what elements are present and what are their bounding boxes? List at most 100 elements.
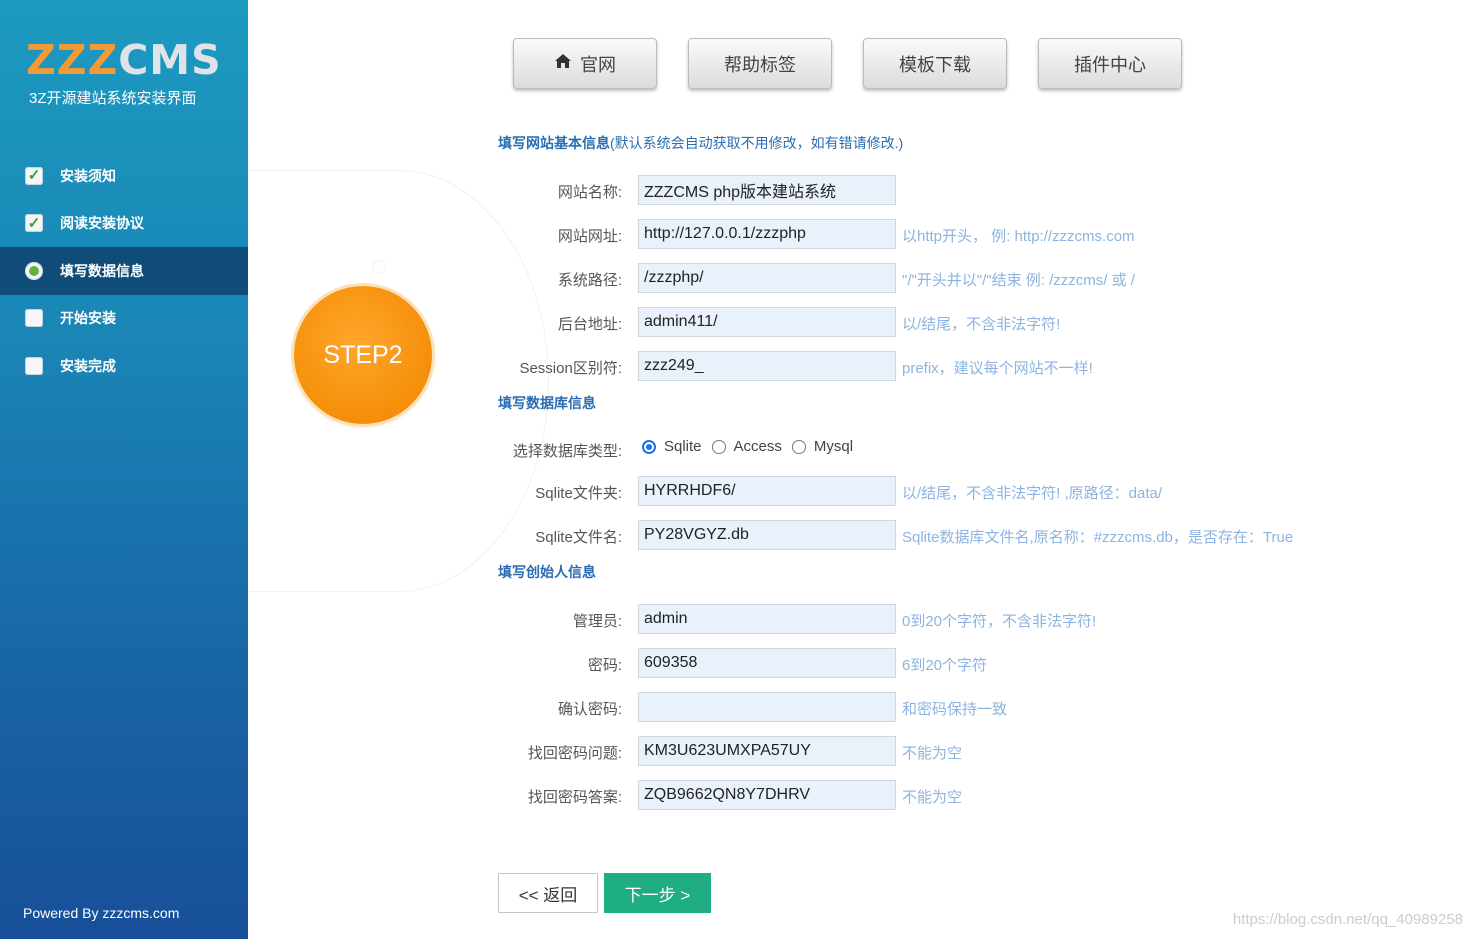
section-founder-info: 填写创始人信息 — [498, 564, 596, 580]
field-hint: Sqlite数据库文件名,原名称：#zzzcms.db，是否存在：True — [902, 529, 1294, 546]
checkbox-checked-icon: ✓ — [25, 214, 43, 233]
step-item-agreement: ✓ 阅读安装协议 — [0, 200, 248, 248]
field-label: 确认密码: — [557, 701, 622, 718]
help-tags-button[interactable]: 帮助标签 — [688, 38, 832, 89]
field-row-security-answer: 找回密码答案: 不能为空 — [480, 780, 1470, 810]
field-row-password: 密码: 6到20个字符 — [480, 648, 1470, 678]
confirm-password-input[interactable] — [638, 692, 896, 722]
step-label: 开始安装 — [60, 310, 116, 327]
session-prefix-input[interactable] — [638, 351, 896, 381]
plugin-center-button[interactable]: 插件中心 — [1038, 38, 1182, 89]
field-row-admin-user: 管理员: 0到20个字符，不含非法字符! — [480, 604, 1470, 634]
step-item-notice: ✓ 安装须知 — [0, 152, 248, 200]
watermark: https://blog.csdn.net/qq_40989258 — [1232, 911, 1463, 928]
field-label: 后台地址: — [557, 316, 622, 333]
field-label: 选择数据库类型: — [512, 443, 622, 460]
field-hint: 以/结尾，不含非法字符! ,原路径：data/ — [902, 485, 1163, 502]
checkbox-checked-icon: ✓ — [25, 166, 43, 185]
section-title: 填写网站基本信息 — [498, 135, 610, 151]
field-label: 网站网址: — [557, 228, 622, 245]
template-download-label: 模板下载 — [899, 54, 971, 75]
step-item-complete: 安装完成 — [0, 342, 248, 390]
field-hint: "/"开头并以"/"结束 例: /zzzcms/ 或 / — [902, 272, 1135, 289]
checkbox-empty-icon — [25, 356, 43, 375]
radio-selected-icon — [642, 439, 656, 454]
field-hint: 0到20个字符，不含非法字符! — [902, 613, 1097, 630]
field-row-sqlite-folder: Sqlite文件夹: 以/结尾，不含非法字符! ,原路径：data/ — [480, 476, 1470, 506]
field-label: 找回密码问题: — [527, 745, 622, 762]
logo: ZZZCMS — [26, 38, 222, 82]
db-type-radio-group: Sqlite Access Mysql — [642, 438, 863, 455]
field-label: Session区别符: — [519, 360, 622, 377]
next-step-button[interactable]: 下一步 > — [604, 873, 711, 913]
field-hint: 和密码保持一致 — [902, 701, 1008, 718]
field-label: 系统路径: — [557, 272, 622, 289]
field-label: 网站名称: — [557, 184, 622, 201]
radio-label: Mysql — [813, 438, 854, 455]
sqlite-filename-input[interactable] — [638, 520, 896, 550]
field-hint: 不能为空 — [902, 789, 963, 806]
field-label: 找回密码答案: — [527, 789, 622, 806]
radio-sqlite[interactable]: Sqlite — [642, 438, 702, 455]
template-download-button[interactable]: 模板下载 — [863, 38, 1007, 89]
step-item-data-info: 填写数据信息 — [0, 247, 248, 295]
section-note: (默认系统会自动获取不用修改，如有错请修改.) — [610, 135, 904, 151]
field-row-session-prefix: Session区别符: prefix，建议每个网站不一样! — [480, 351, 1470, 381]
password-input[interactable] — [638, 648, 896, 678]
step-label: 安装完成 — [60, 357, 116, 374]
field-row-db-type: 选择数据库类型: Sqlite Access Mysql — [480, 434, 1470, 464]
step-label: 阅读安装协议 — [60, 215, 144, 232]
checkbox-empty-icon — [25, 309, 43, 328]
field-hint: prefix，建议每个网站不一样! — [902, 360, 1093, 377]
radio-unselected-icon — [711, 439, 726, 454]
field-label: Sqlite文件名: — [535, 529, 622, 546]
logo-zzz: ZZZ — [26, 36, 119, 84]
field-label: 管理员: — [572, 613, 622, 630]
powered-by: Powered By zzzcms.com — [23, 905, 180, 921]
security-answer-input[interactable] — [638, 780, 896, 810]
field-hint: 以http开头， 例: http://zzzcms.com — [902, 228, 1135, 245]
field-row-confirm-password: 确认密码: 和密码保持一致 — [480, 692, 1470, 722]
field-row-sqlite-filename: Sqlite文件名: Sqlite数据库文件名,原名称：#zzzcms.db，是… — [480, 520, 1470, 550]
step-label: 安装须知 — [60, 167, 116, 184]
radio-unselected-icon — [791, 439, 806, 454]
sidebar: ZZZCMS 3Z开源建站系统安装界面 ✓ 安装须知 ✓ 阅读安装协议 填写数据… — [0, 0, 248, 939]
radio-mysql[interactable]: Mysql — [791, 438, 854, 455]
logo-cms: CMS — [118, 36, 222, 84]
section-db-info: 填写数据库信息 — [498, 395, 596, 411]
official-site-label: 官网 — [580, 54, 616, 75]
sqlite-folder-input[interactable] — [638, 476, 896, 506]
step-label: 填写数据信息 — [60, 262, 144, 279]
field-hint: 不能为空 — [902, 745, 963, 762]
field-hint: 以/结尾，不含非法字符! — [902, 316, 1061, 333]
step-badge: STEP2 — [294, 286, 432, 424]
decorative-circle — [372, 260, 386, 274]
admin-username-input[interactable] — [638, 604, 896, 634]
security-question-input[interactable] — [638, 736, 896, 766]
field-row-security-question: 找回密码问题: 不能为空 — [480, 736, 1470, 766]
radio-label: Sqlite — [664, 438, 702, 455]
radio-label: Access — [733, 438, 782, 455]
field-row-site-name: 网站名称: — [480, 175, 1470, 205]
field-hint: 6到20个字符 — [902, 657, 988, 674]
official-site-button[interactable]: 官网 — [513, 38, 657, 89]
help-tags-label: 帮助标签 — [724, 54, 796, 75]
field-row-site-url: 网站网址: 以http开头， 例: http://zzzcms.com — [480, 219, 1470, 249]
field-row-admin-path: 后台地址: 以/结尾，不含非法字符! — [480, 307, 1470, 337]
admin-path-input[interactable] — [638, 307, 896, 337]
logo-subtitle: 3Z开源建站系统安装界面 — [29, 90, 197, 107]
field-label: 密码: — [587, 657, 622, 674]
home-icon — [554, 53, 572, 74]
system-path-input[interactable] — [638, 263, 896, 293]
install-steps: ✓ 安装须知 ✓ 阅读安装协议 填写数据信息 开始安装 安装完成 — [0, 152, 248, 390]
radio-access[interactable]: Access — [711, 438, 782, 455]
current-step-icon — [25, 261, 43, 280]
step-item-start-install: 开始安装 — [0, 295, 248, 343]
plugin-center-label: 插件中心 — [1074, 54, 1146, 75]
field-row-system-path: 系统路径: "/"开头并以"/"结束 例: /zzzcms/ 或 / — [480, 263, 1470, 293]
site-name-input[interactable] — [638, 175, 896, 205]
back-button[interactable]: << 返回 — [498, 873, 598, 913]
site-url-input[interactable] — [638, 219, 896, 249]
field-label: Sqlite文件夹: — [535, 485, 622, 502]
section-site-info: 填写网站基本信息(默认系统会自动获取不用修改，如有错请修改.) — [498, 133, 903, 153]
